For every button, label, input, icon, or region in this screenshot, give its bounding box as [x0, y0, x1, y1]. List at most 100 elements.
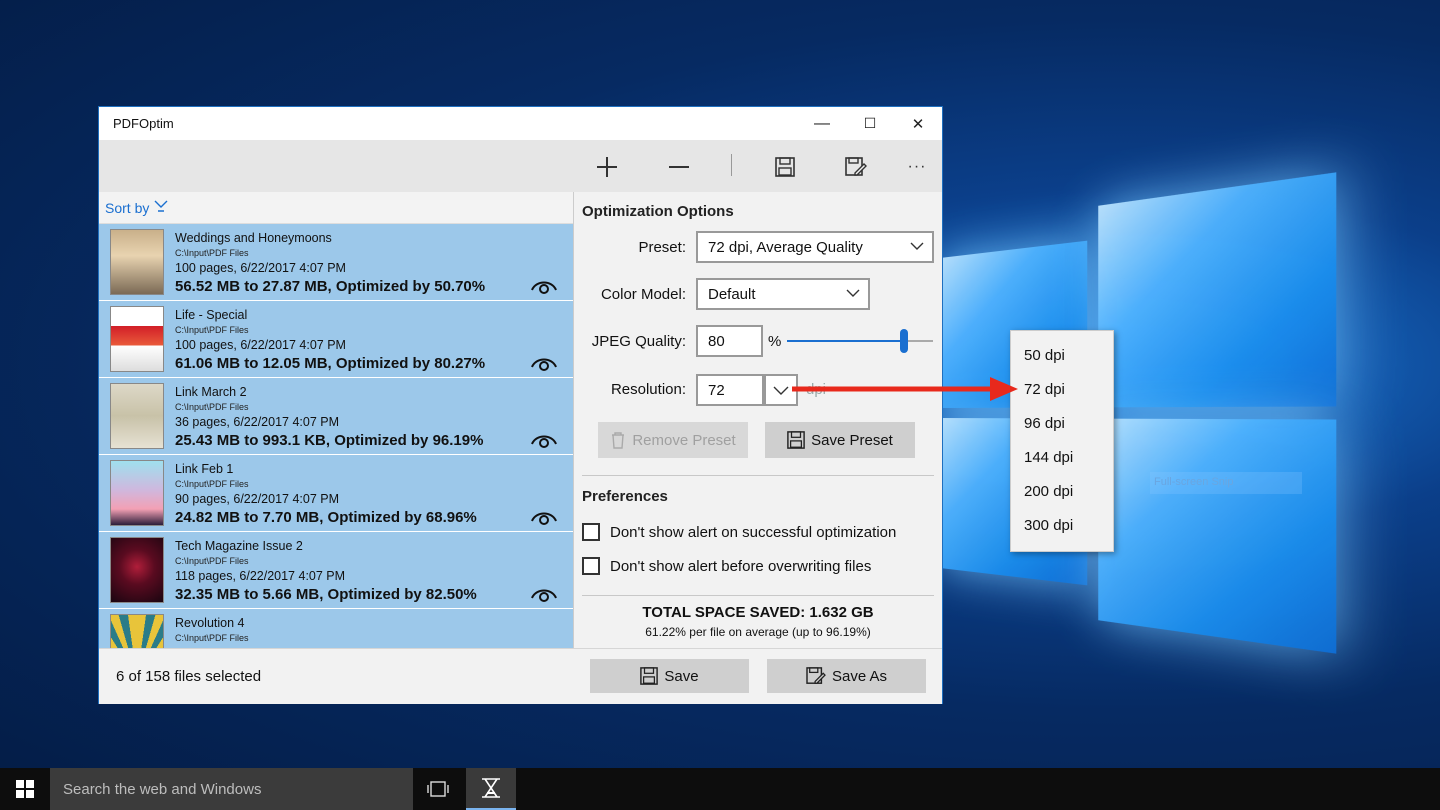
- options-panel: Optimization Options Preset: 72 dpi, Ave…: [574, 192, 942, 648]
- toolbar: ···: [99, 140, 942, 193]
- bottom-bar: 6 of 158 files selected Save Save As: [99, 648, 942, 704]
- window-title: PDFOptim: [113, 116, 174, 131]
- average-saved: 61.22% per file on average (up to 96.19%…: [645, 625, 871, 639]
- dpi-option[interactable]: 96 dpi: [1011, 407, 1113, 441]
- pdf-thumbnail: [111, 384, 163, 448]
- list-item[interactable]: Life - Special C:\Input\PDF Files 100 pa…: [99, 301, 573, 378]
- pdf-thumbnail: [111, 230, 163, 294]
- minimize-button[interactable]: —: [798, 107, 846, 140]
- dpi-option[interactable]: 200 dpi: [1011, 475, 1113, 509]
- list-item[interactable]: Link March 2 C:\Input\PDF Files 36 pages…: [99, 378, 573, 455]
- dpi-option[interactable]: 300 dpi: [1011, 509, 1113, 543]
- pref-overwrite-alert-checkbox[interactable]: [582, 557, 600, 575]
- taskbar-search-box[interactable]: Search the web and Windows: [50, 768, 413, 810]
- dpi-option[interactable]: 72 dpi: [1011, 373, 1113, 407]
- trash-icon: [612, 432, 625, 449]
- resolution-label: Resolution:: [610, 381, 686, 398]
- file-path: C:\Input\PDF Files: [175, 402, 249, 412]
- file-path: C:\Input\PDF Files: [175, 325, 249, 335]
- file-result: 56.52 MB to 27.87 MB, Optimized by 50.70…: [175, 278, 486, 295]
- jpeg-quality-label: JPEG Quality:: [591, 333, 686, 350]
- color-model-label: Color Model:: [600, 286, 686, 303]
- save-preset-label: Save Preset: [811, 431, 893, 449]
- resolution-options-popup: 50 dpi 72 dpi 96 dpi 144 dpi 200 dpi 300…: [1010, 330, 1114, 552]
- eye-icon[interactable]: [531, 584, 557, 604]
- dpi-option[interactable]: 144 dpi: [1011, 441, 1113, 475]
- preset-label: Preset:: [638, 239, 686, 256]
- color-model-value: Default: [708, 285, 756, 303]
- save-icon: [787, 431, 805, 449]
- save-as-icon[interactable]: [840, 152, 872, 182]
- maximize-button[interactable]: ☐: [846, 107, 894, 140]
- file-result: 61.06 MB to 12.05 MB, Optimized by 80.27…: [175, 355, 486, 372]
- eye-icon[interactable]: [531, 353, 557, 373]
- close-button[interactable]: ✕: [894, 107, 942, 140]
- list-item[interactable]: Tech Magazine Issue 2 C:\Input\PDF Files…: [99, 532, 573, 609]
- pref-overwrite-alert-row[interactable]: Don't show alert before overwriting file…: [582, 557, 871, 575]
- remove-preset-label: Remove Preset: [632, 431, 736, 449]
- pdfoptim-taskbar-icon[interactable]: [466, 768, 516, 810]
- task-view-icon[interactable]: [420, 768, 456, 810]
- save-as-button[interactable]: Save As: [767, 659, 926, 693]
- more-icon[interactable]: ···: [901, 152, 933, 182]
- file-path: C:\Input\PDF Files: [175, 633, 249, 643]
- save-label: Save: [664, 667, 699, 685]
- app-window: PDFOptim — ☐ ✕ ··· Sort by Weddings and …: [98, 106, 943, 704]
- divider: [582, 595, 934, 596]
- file-title: Weddings and Honeymoons: [175, 231, 332, 245]
- toolbar-separator: [731, 154, 732, 176]
- eye-icon[interactable]: [531, 430, 557, 450]
- total-space-saved: TOTAL SPACE SAVED: 1.632 GB: [642, 604, 874, 621]
- color-model-dropdown[interactable]: Default: [696, 278, 870, 310]
- pdf-thumbnail: [111, 461, 163, 525]
- pdf-thumbnail: [111, 615, 163, 648]
- list-item[interactable]: Link Feb 1 C:\Input\PDF Files 90 pages, …: [99, 455, 573, 532]
- eye-icon[interactable]: [531, 507, 557, 527]
- list-item[interactable]: Revolution 4 C:\Input\PDF Files: [99, 609, 573, 648]
- file-list: Weddings and Honeymoons C:\Input\PDF Fil…: [99, 224, 573, 648]
- faded-snip-label: Full-screen Snip: [1150, 472, 1302, 494]
- jpeg-quality-input[interactable]: 80: [696, 325, 763, 357]
- pdf-thumbnail: [111, 538, 163, 602]
- remove-icon[interactable]: [663, 152, 695, 182]
- optimization-options-heading: Optimization Options: [582, 203, 734, 220]
- preset-dropdown[interactable]: 72 dpi, Average Quality: [696, 231, 934, 263]
- title-bar: PDFOptim — ☐ ✕: [99, 107, 942, 140]
- slider-fill: [787, 340, 904, 342]
- file-result: 25.43 MB to 993.1 KB, Optimized by 96.19…: [175, 432, 484, 449]
- sort-bar[interactable]: Sort by: [99, 192, 573, 224]
- pref-success-alert-label[interactable]: Don't show alert on successful optimizat…: [610, 524, 896, 541]
- file-meta: 36 pages, 6/22/2017 4:07 PM: [175, 415, 340, 429]
- list-item[interactable]: Weddings and Honeymoons C:\Input\PDF Fil…: [99, 224, 573, 301]
- pref-overwrite-alert-label[interactable]: Don't show alert before overwriting file…: [610, 558, 871, 575]
- file-meta: 90 pages, 6/22/2017 4:07 PM: [175, 492, 340, 506]
- jpeg-quality-slider[interactable]: [787, 329, 933, 353]
- file-result: 32.35 MB to 5.66 MB, Optimized by 82.50%: [175, 586, 477, 603]
- dpi-option[interactable]: 50 dpi: [1011, 339, 1113, 373]
- preset-value: 72 dpi, Average Quality: [708, 238, 863, 256]
- save-as-icon: [806, 667, 826, 684]
- save-icon: [640, 667, 659, 685]
- pref-success-alert-checkbox[interactable]: [582, 523, 600, 541]
- file-title: Life - Special: [175, 308, 248, 322]
- save-icon[interactable]: [769, 152, 801, 182]
- chevron-down-icon: [910, 242, 924, 250]
- file-title: Link March 2: [175, 385, 247, 399]
- taskbar: Search the web and Windows: [0, 768, 1440, 810]
- sort-arrow-icon[interactable]: [154, 200, 168, 215]
- pdf-thumbnail: [111, 307, 163, 371]
- add-icon[interactable]: [591, 152, 623, 182]
- pref-success-alert-row[interactable]: Don't show alert on successful optimizat…: [582, 523, 896, 541]
- windows-start-icon[interactable]: [0, 768, 50, 810]
- remove-preset-button[interactable]: Remove Preset: [598, 422, 748, 458]
- file-path: C:\Input\PDF Files: [175, 248, 249, 258]
- resolution-input[interactable]: 72: [696, 374, 764, 406]
- slider-thumb[interactable]: [900, 329, 908, 353]
- divider: [582, 475, 934, 476]
- eye-icon[interactable]: [531, 276, 557, 296]
- windows-desktop-logo: [940, 172, 1337, 654]
- sort-label[interactable]: Sort by: [105, 200, 149, 216]
- annotation-arrow: [792, 377, 1018, 401]
- save-button[interactable]: Save: [590, 659, 749, 693]
- save-preset-button[interactable]: Save Preset: [765, 422, 915, 458]
